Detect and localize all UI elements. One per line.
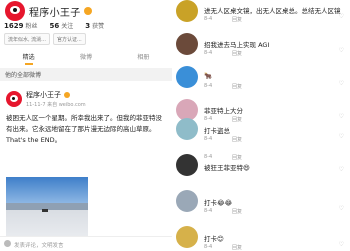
comment-text: 🐂 <box>204 72 213 80</box>
tab-featured[interactable]: 精选 <box>23 49 35 66</box>
like-icon[interactable]: ♡ <box>339 47 344 54</box>
weibo-logo-icon[interactable] <box>5 1 25 21</box>
profile-header: 程序小王子 1629 粉丝 56 关注 3 获赞 流年似水, 流淌... 官方认证..… <box>0 0 172 68</box>
comment-time: 8-4 <box>204 83 213 89</box>
comments-panel: 进无人区桌文镜，出无人区桌总。总结无人区镜 8-4 回复 ♡ 招我进去马上实现 … <box>172 0 350 251</box>
tab-album[interactable]: 相册 <box>137 49 149 66</box>
reply-link[interactable]: 回复 <box>232 208 242 215</box>
stat-followers[interactable]: 1629 粉丝 <box>4 21 38 30</box>
commenter-avatar[interactable] <box>176 226 198 248</box>
verified-badge-icon <box>64 92 70 98</box>
post-meta: 程序小王子 11-11-7 来自 weibo.com <box>26 90 86 108</box>
reply-link[interactable]: 回复 <box>232 50 242 57</box>
car-silhouette <box>42 209 48 212</box>
commenter-avatar[interactable] <box>176 0 198 22</box>
reply-link[interactable]: 回复 <box>232 154 242 161</box>
commenter-avatar[interactable] <box>176 154 198 176</box>
reply-link[interactable]: 回复 <box>232 116 242 123</box>
post-time: 11-11-7 来自 weibo.com <box>26 102 86 108</box>
post-text: 被困无人区一个星期。所幸我出来了。但我的菲亚特没有出来。它永远地留在了那片漫无边… <box>6 114 162 144</box>
reply-link[interactable]: 回复 <box>232 83 242 90</box>
commenter-avatar[interactable] <box>176 190 198 212</box>
like-icon[interactable]: ♡ <box>339 80 344 87</box>
comment-input-placeholder[interactable]: 发表评论，文明发言 <box>14 241 64 249</box>
comment-text: 菲亚特上大分 <box>204 107 243 115</box>
stat-following[interactable]: 56 关注 <box>50 21 74 30</box>
comment-time: 8-4 <box>204 16 213 22</box>
commenter-avatar[interactable] <box>176 66 198 88</box>
profile-actions: 流年似水, 流淌... 官方认证... <box>4 33 86 45</box>
comment-time: 8-4 <box>204 208 213 214</box>
like-icon[interactable]: ♡ <box>339 13 344 20</box>
screenshot-root: 程序小王子 1629 粉丝 56 关注 3 获赞 流年似水, 流淌... 官方认证..… <box>0 0 350 251</box>
stat-likes: 3 获赞 <box>85 22 105 30</box>
comment-bar[interactable]: 发表评论，文明发言 <box>0 236 172 251</box>
comment-text: 打卡盗总 <box>204 127 230 135</box>
comment-time: 8-4 <box>204 136 213 142</box>
profile-name: 程序小王子 <box>29 7 81 19</box>
comment-text: 进无人区桌文镜，出无人区桌总。总结无人区镜 <box>204 7 341 15</box>
section-title: 他的全部微博 <box>5 72 42 79</box>
comment-text: 打卡😂😂 <box>204 199 233 207</box>
comment-time: 8-4 <box>204 116 213 122</box>
like-icon[interactable]: ♡ <box>339 241 344 248</box>
post-author[interactable]: 程序小王子 <box>26 90 86 100</box>
reply-link[interactable]: 回复 <box>232 136 242 143</box>
profile-tag-button[interactable]: 流年似水, 流淌... <box>4 33 50 45</box>
like-icon[interactable]: ♡ <box>339 113 344 120</box>
verify-button[interactable]: 官方认证... <box>52 33 86 45</box>
comment-time: 8-4 <box>204 154 213 160</box>
profile-tabs: 精选 微博 相册 <box>0 49 172 66</box>
weibo-post[interactable]: 程序小王子 11-11-7 来自 weibo.com 被困无人区一个星期。所幸我… <box>0 81 172 250</box>
comment-time: 8-4 <box>204 50 213 56</box>
profile-row: 程序小王子 <box>5 1 92 21</box>
like-icon[interactable]: ♡ <box>339 205 344 212</box>
like-icon[interactable]: ♡ <box>339 166 344 173</box>
tab-weibo[interactable]: 微博 <box>80 49 92 66</box>
commenter-avatar[interactable] <box>176 33 198 55</box>
comment-time: 8-4 <box>204 244 213 250</box>
commenter-avatar[interactable] <box>176 118 198 140</box>
verified-badge-icon <box>83 7 92 15</box>
like-icon[interactable]: ♡ <box>339 133 344 140</box>
post-avatar[interactable] <box>6 91 22 107</box>
comment-text: 被狂王菲亚特😄 <box>204 164 250 172</box>
comment-text: 打卡😊 <box>204 235 224 243</box>
comment-icon <box>4 240 11 247</box>
comment-text: 招我进去马上实现 AGI <box>204 41 270 49</box>
profile-panel: 程序小王子 1629 粉丝 56 关注 3 获赞 流年似水, 流淌... 官方认证..… <box>0 0 172 251</box>
post-header: 程序小王子 11-11-7 来自 weibo.com <box>6 90 86 108</box>
profile-stats: 1629 粉丝 56 关注 3 获赞 <box>4 21 104 30</box>
reply-link[interactable]: 回复 <box>232 16 242 23</box>
